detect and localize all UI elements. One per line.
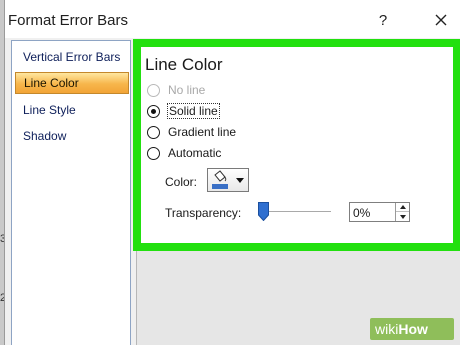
- chevron-up-icon: [399, 205, 406, 209]
- watermark-text-part: wiki: [375, 321, 399, 337]
- transparency-label: Transparency:: [165, 206, 242, 220]
- wikihow-watermark: wiki How: [370, 318, 454, 340]
- radio-automatic[interactable]: Automatic: [147, 144, 221, 162]
- nav-item-line-color[interactable]: Line Color: [15, 72, 129, 94]
- chevron-down-icon: [236, 177, 244, 183]
- transparency-value[interactable]: 0%: [353, 206, 370, 220]
- radio-button[interactable]: [147, 125, 160, 139]
- dialog-title: Format Error Bars: [8, 12, 129, 29]
- radio-button[interactable]: [147, 104, 160, 118]
- close-button[interactable]: [429, 8, 453, 32]
- radio-button[interactable]: [147, 146, 160, 160]
- line-color-panel: Line Color No line Solid line Gradient l…: [133, 39, 460, 251]
- radio-label: No line: [168, 83, 206, 97]
- transparency-slider-thumb[interactable]: [258, 202, 269, 222]
- watermark-text-part: How: [398, 321, 428, 337]
- chevron-down-icon: [399, 214, 406, 219]
- screen: 3 2 Format Error Bars ? Vertical Error B…: [0, 0, 460, 345]
- radio-label: Solid line: [167, 103, 220, 119]
- radio-solid-line[interactable]: Solid line: [147, 102, 220, 120]
- format-error-bars-dialog: Format Error Bars ? Vertical Error Bars …: [4, 0, 460, 345]
- nav-item-line-style[interactable]: Line Style: [15, 99, 129, 121]
- radio-label: Gradient line: [168, 125, 237, 139]
- spinner-buttons: [395, 203, 409, 221]
- radio-button[interactable]: [147, 83, 160, 97]
- transparency-spinner[interactable]: 0%: [349, 202, 410, 222]
- nav-item-shadow[interactable]: Shadow: [15, 125, 129, 147]
- radio-label: Automatic: [168, 146, 222, 160]
- category-list: Vertical Error Bars Line Color Line Styl…: [11, 40, 131, 345]
- nav-item-vertical-error-bars[interactable]: Vertical Error Bars: [15, 46, 129, 68]
- paint-bucket-icon: [211, 170, 229, 190]
- selected-color-swatch: [212, 184, 228, 189]
- radio-gradient-line[interactable]: Gradient line: [147, 123, 236, 141]
- title-bar: Format Error Bars ?: [5, 0, 460, 38]
- color-label: Color:: [165, 175, 198, 189]
- color-picker-button[interactable]: [207, 168, 249, 192]
- transparency-slider-track[interactable]: [265, 211, 331, 212]
- spinner-down-button[interactable]: [396, 212, 409, 221]
- radio-no-line[interactable]: No line: [147, 81, 205, 99]
- spinner-up-button[interactable]: [396, 203, 409, 212]
- close-icon: [435, 14, 447, 26]
- help-button[interactable]: ?: [371, 8, 395, 32]
- panel-heading: Line Color: [145, 55, 223, 74]
